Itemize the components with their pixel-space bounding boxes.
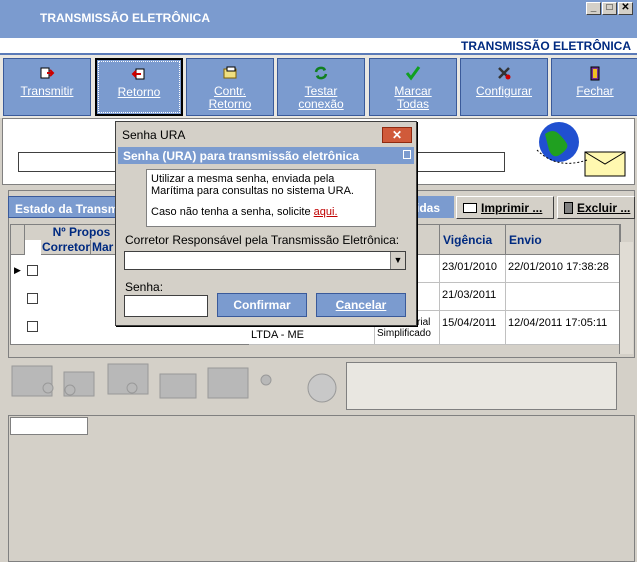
- refresh-icon: [314, 66, 328, 80]
- printer-icon: [463, 203, 477, 213]
- mark-all-label: Marcar Todas: [394, 84, 432, 111]
- row-checkbox[interactable]: [27, 265, 38, 276]
- info-request: Caso não tenha a senha, solicite aqui.: [151, 206, 371, 218]
- workflow-icons: [8, 360, 338, 412]
- minimize-button[interactable]: _: [586, 2, 601, 15]
- table-cell: 12/04/2011 17:05:11: [506, 311, 620, 345]
- return-button[interactable]: Retorno: [95, 58, 183, 116]
- details-panel: [8, 415, 635, 562]
- table-cell: 22/01/2010 17:38:28: [506, 255, 620, 283]
- table-cell: 21/03/2011: [440, 283, 506, 311]
- info-text: Utilizar a mesma senha, enviada pela Mar…: [151, 173, 354, 197]
- dialog-header-text: Senha (URA) para transmissão eletrônica: [123, 149, 360, 163]
- tools-icon: [498, 67, 511, 80]
- lock-icon: [403, 150, 411, 159]
- control-return-button[interactable]: Contr. Retorno: [186, 58, 274, 116]
- envio-header: Envio: [506, 225, 620, 255]
- send-icon: [40, 67, 55, 79]
- return-label: Retorno: [117, 85, 161, 99]
- password-input[interactable]: [124, 295, 208, 317]
- status-field: [18, 152, 118, 172]
- details-header-cell: [10, 417, 88, 435]
- subheader: TRANSMISSÃO ELETRÔNICA: [0, 38, 637, 55]
- print-label: Imprimir ...: [481, 201, 543, 215]
- control-return-label: Contr. Retorno: [208, 84, 252, 111]
- workflow-illustration-icon: [11, 363, 337, 403]
- test-connection-button[interactable]: Testar conexão: [277, 58, 365, 116]
- dialog-close-button[interactable]: ✕: [382, 127, 412, 143]
- password-label: Senha:: [125, 280, 164, 294]
- grid-scrollbar[interactable]: [619, 242, 633, 354]
- toolbar: Transmitir Retorno Contr. Retorno Testar…: [0, 55, 637, 118]
- window-title: TRANSMISSÃO ELETRÔNICA: [40, 11, 211, 25]
- request-link[interactable]: aqui.: [314, 206, 338, 218]
- row-indicator-header: [11, 225, 25, 255]
- transmission-state-label: Estado da Transm: [8, 196, 128, 218]
- dialog-title: Senha URA: [122, 128, 186, 142]
- table-cell: [506, 283, 620, 311]
- dialog-info-box: Utilizar a mesma senha, enviada pela Mar…: [146, 169, 376, 227]
- title-bar: TRANSMISSÃO ELETRÔNICA _ □ ✕: [0, 0, 637, 38]
- test-connection-label: Testar conexão: [298, 84, 344, 111]
- maximize-button[interactable]: □: [602, 2, 617, 15]
- confirm-label: Confirmar: [233, 298, 291, 312]
- info-request-text: Caso não tenha a senha, solicite: [151, 206, 311, 218]
- message-box: [346, 362, 617, 410]
- configure-button[interactable]: Configurar: [460, 58, 548, 116]
- dialog-title-bar: Senha URA ✕: [116, 122, 416, 146]
- row-checkbox[interactable]: [27, 321, 38, 332]
- corretor-header: Corretor: [41, 240, 91, 255]
- close-button[interactable]: ✕: [618, 2, 633, 15]
- vigencia-header: Vigência: [440, 225, 506, 255]
- cancel-button[interactable]: Cancelar: [316, 293, 406, 317]
- close-app-button[interactable]: Fechar: [551, 58, 637, 116]
- control-icon: [223, 66, 237, 79]
- row-pointer-icon: ▶: [14, 265, 21, 275]
- door-icon: [590, 66, 600, 81]
- print-button[interactable]: Imprimir ...: [456, 196, 554, 219]
- mark-all-button[interactable]: Marcar Todas: [369, 58, 457, 116]
- delete-button[interactable]: Excluir ...: [557, 196, 635, 219]
- idas-label: idas: [414, 196, 454, 218]
- return-icon: [131, 68, 145, 80]
- close-app-label: Fechar: [576, 84, 614, 98]
- transmit-button[interactable]: Transmitir: [3, 58, 91, 116]
- corretor-select[interactable]: ▼: [124, 251, 406, 270]
- corretor-label: Corretor Responsável pela Transmissão El…: [125, 233, 400, 247]
- dialog-header: Senha (URA) para transmissão eletrônica: [118, 147, 414, 164]
- transmit-label: Transmitir: [20, 84, 74, 98]
- subheader-title: TRANSMISSÃO ELETRÔNICA: [460, 39, 631, 53]
- globe-icon: [536, 122, 626, 177]
- check-icon: [405, 66, 421, 81]
- configure-label: Configurar: [475, 84, 533, 98]
- cancel-label: Cancelar: [335, 298, 387, 312]
- table-cell: 23/01/2010: [440, 255, 506, 283]
- status-field-right: [410, 152, 505, 172]
- row-checkbox[interactable]: [27, 293, 38, 304]
- confirm-button[interactable]: Confirmar: [217, 293, 307, 317]
- password-dialog: Senha URA ✕ Senha (URA) para transmissão…: [115, 121, 417, 326]
- chevron-down-icon[interactable]: ▼: [390, 252, 405, 269]
- table-cell: 15/04/2011: [440, 311, 506, 345]
- delete-label: Excluir ...: [577, 201, 631, 215]
- trash-icon: [564, 202, 573, 214]
